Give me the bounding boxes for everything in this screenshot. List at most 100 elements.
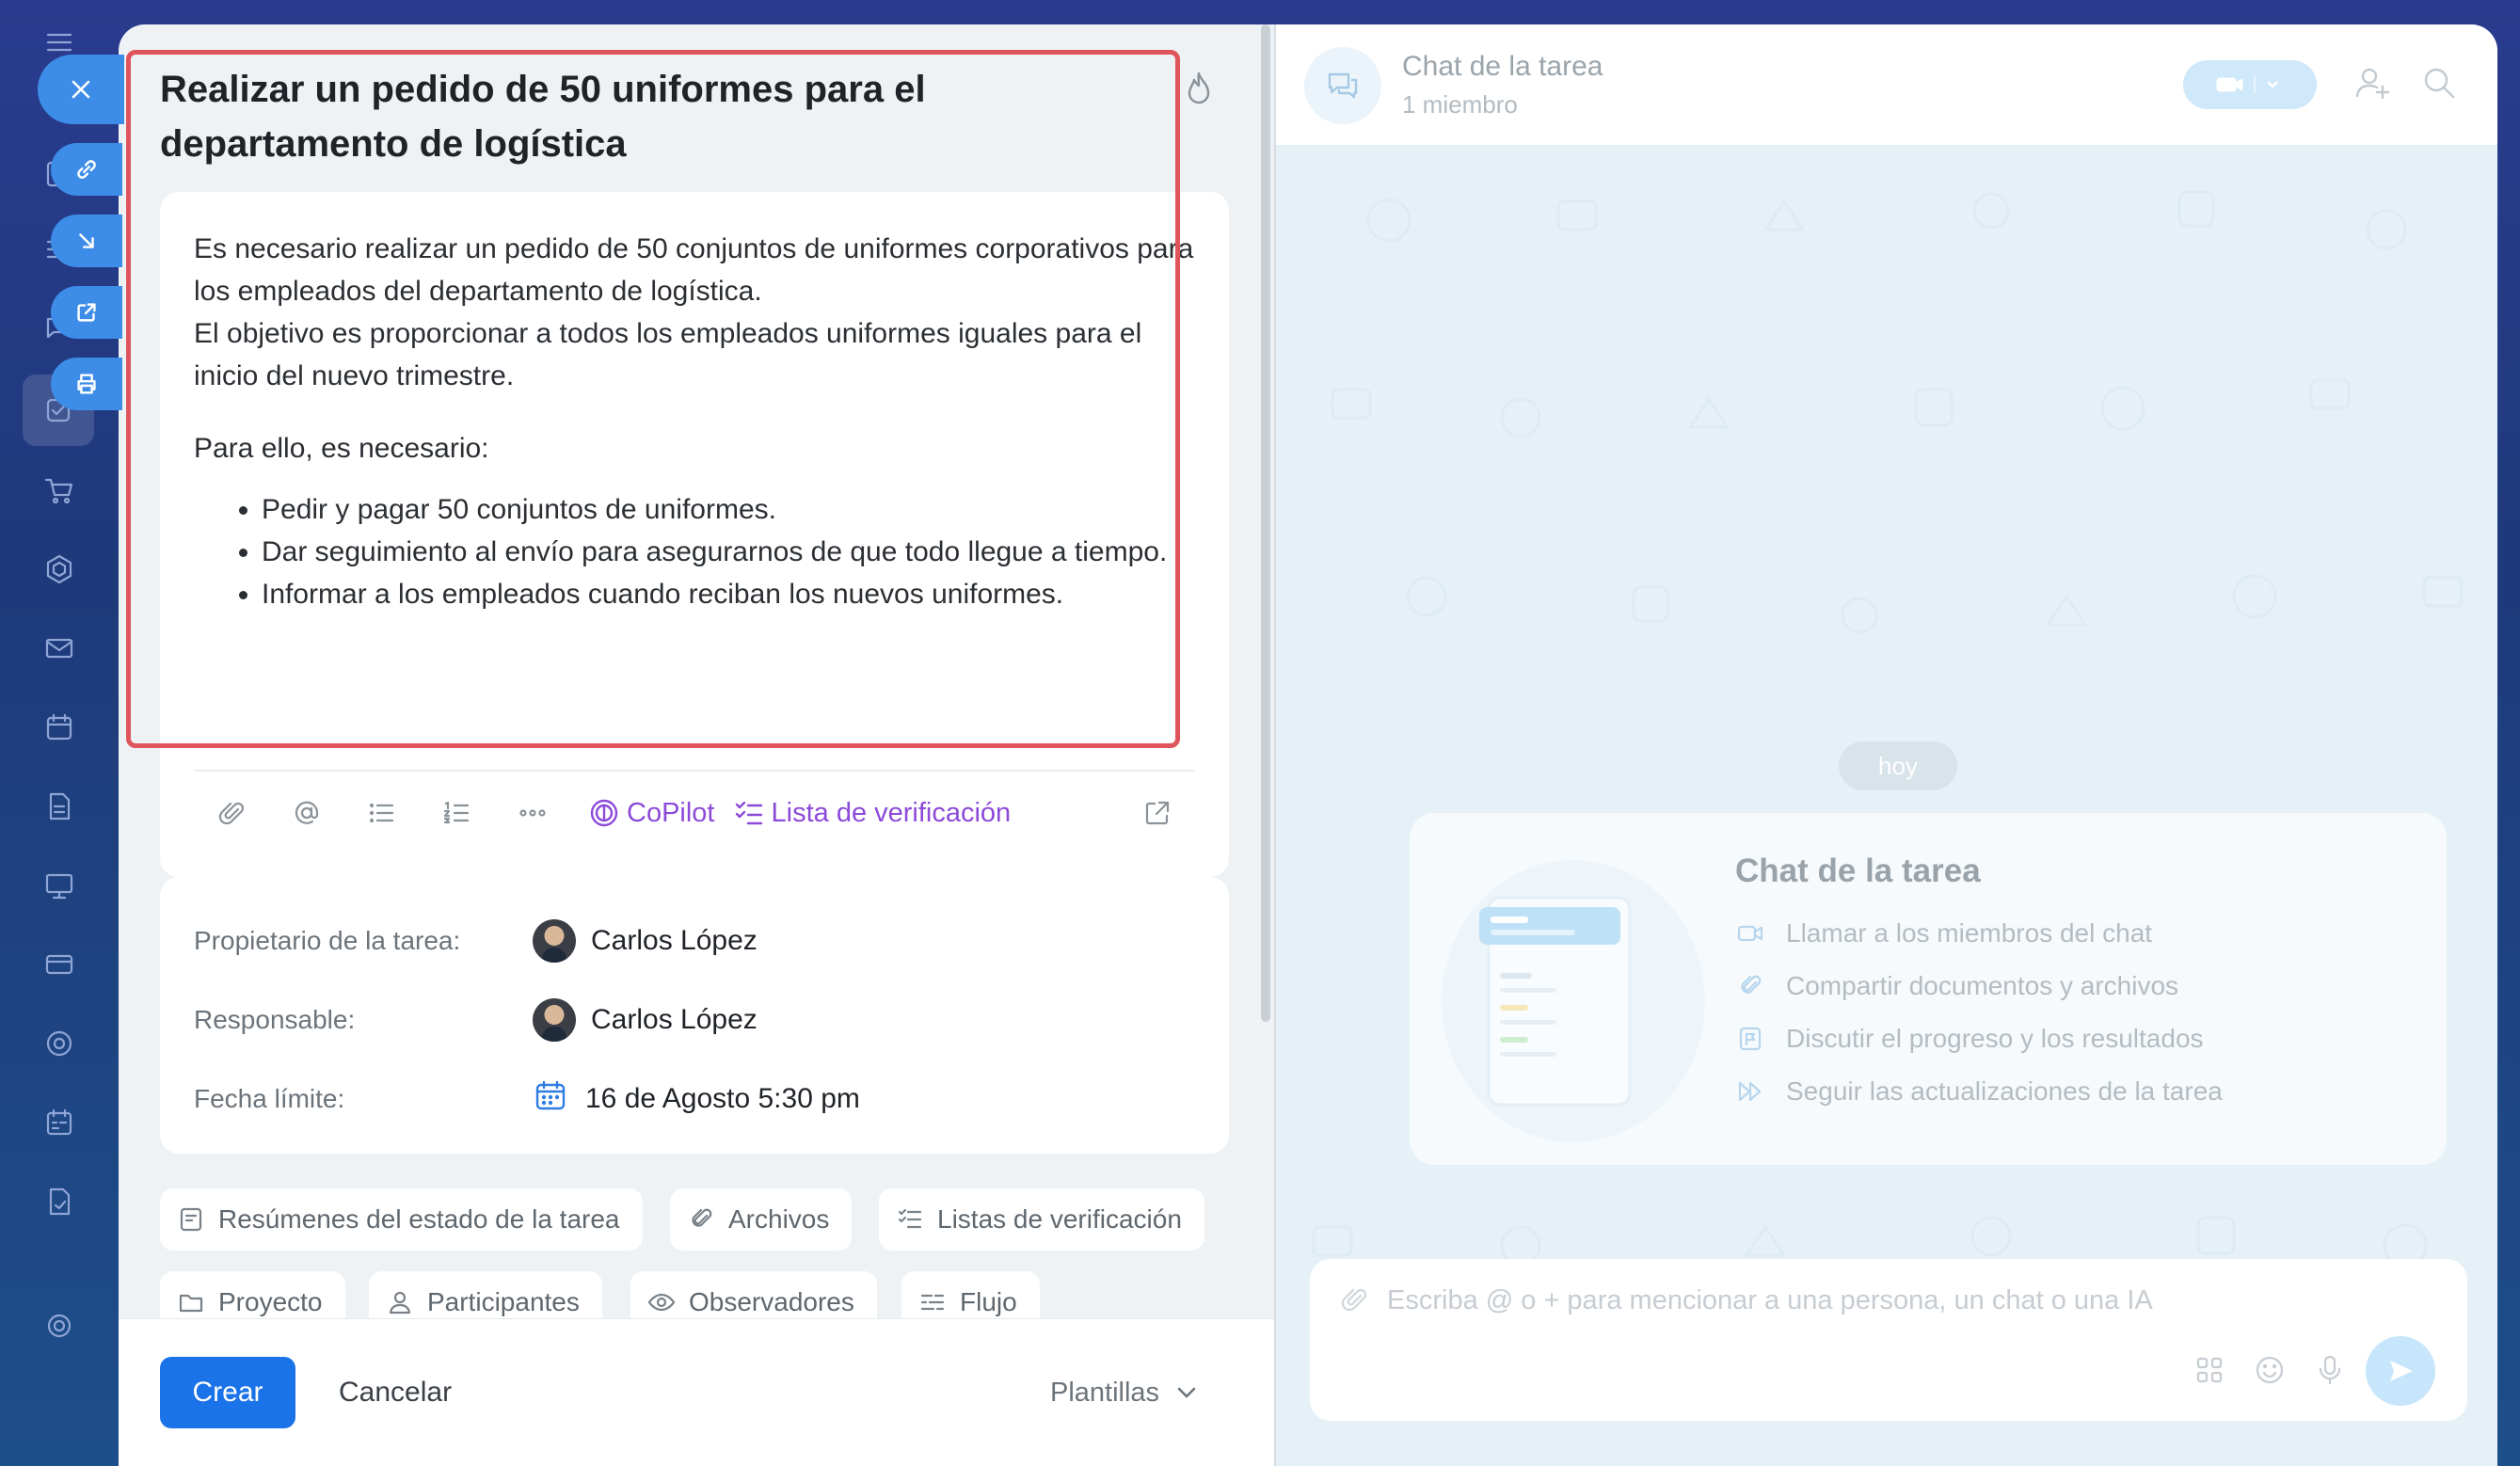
open-external-icon[interactable] [1120,785,1195,841]
checklist-icon [898,1208,922,1229]
chip-observers[interactable]: Observadores [630,1271,877,1318]
chat-header: Chat de la tarea 1 miembro [1276,24,2497,145]
search-icon[interactable] [2420,64,2462,105]
chip-files[interactable]: Archivos [670,1188,853,1251]
intro-item-label: Llamar a los miembros del chat [1786,918,2153,948]
templates-label: Plantillas [1050,1377,1160,1408]
chip-participants[interactable]: Participantes [369,1271,602,1318]
checklist-icon [735,801,762,825]
printer-icon [77,374,96,394]
cancel-button[interactable]: Cancelar [327,1357,463,1428]
eye-icon [647,1293,676,1312]
owner-label: Propietario de la tarea: [194,926,461,955]
apps-grid-icon[interactable] [2193,1353,2230,1391]
chip-checklists[interactable]: Listas de verificación [879,1188,1204,1251]
emoji-icon[interactable] [2253,1353,2290,1391]
chat-title: Chat de la tarea [1402,51,1603,82]
templates-dropdown[interactable]: Plantillas [1050,1357,1199,1428]
chip-label: Flujo [960,1287,1017,1316]
intro-item-label: Seguir las actualizaciones de la tarea [1786,1076,2223,1106]
minimize-button[interactable] [51,215,122,267]
chat-intro-card: Chat de la tarea Llamar a los miembros d… [1410,813,2447,1165]
message-composer [1310,1259,2467,1421]
responsible-field[interactable]: Responsable: Carlos López [194,992,1191,1048]
microphone-icon[interactable] [2313,1353,2351,1391]
paperclip-icon[interactable] [194,785,269,841]
copy-link-button[interactable] [51,143,122,196]
copilot-button[interactable]: CoPilot [587,796,715,830]
list-item: Dar seguimiento al envío para asegurarno… [239,531,1210,573]
paperclip-icon [1741,975,1762,994]
create-button[interactable]: Crear [160,1357,295,1428]
intro-item-call: Llamar a los miembros del chat [1735,918,2152,948]
deadline-value[interactable]: 16 de Agosto 5:30 pm [585,1083,860,1115]
chat-avatar [1304,47,1381,124]
planner-icon[interactable] [38,1101,81,1144]
scrollbar[interactable] [1261,24,1270,1022]
chat-member-count[interactable]: 1 miembro [1402,90,1518,120]
paperclip-icon [692,1208,712,1227]
link-icon [77,160,96,179]
intro-item-share: Compartir documentos y archivos [1735,971,2178,1001]
avatar [533,998,576,1042]
workgroups-icon[interactable] [38,864,81,907]
chip-label: Listas de verificación [937,1204,1182,1234]
close-panel-button[interactable] [38,55,124,124]
documents-icon[interactable] [38,785,81,828]
avatar [533,919,576,963]
numbered-list-icon[interactable] [420,785,495,841]
task-form-scroll-area: Realizar un pedido de 50 uniformes para … [119,24,1274,1318]
task-description-editor[interactable]: Es necesario realizar un pedido de 50 co… [194,228,1210,615]
task-create-panel: Realizar un pedido de 50 uniformes para … [119,24,1274,1466]
payments-icon[interactable] [38,943,81,986]
send-button[interactable] [2366,1336,2435,1406]
reports-icon[interactable] [38,1180,81,1223]
task-chat-panel: Chat de la tarea 1 miembro hoy Chat de l… [1274,24,2497,1466]
editor-toolbar: CoPilot Lista de verificación [194,770,1195,854]
copilot-label: CoPilot [627,797,715,828]
settings-gear-icon[interactable] [38,1304,81,1347]
description-text: Para ello, es necesario: [194,433,489,464]
person-icon [389,1291,411,1315]
mail-icon[interactable] [38,627,81,670]
crm-hexagon-icon[interactable] [38,548,81,591]
flow-icon [920,1294,945,1311]
more-dots-icon[interactable] [495,785,570,841]
add-member-icon[interactable] [2354,64,2396,105]
chip-label: Observadores [689,1287,854,1316]
chip-project[interactable]: Proyecto [160,1271,345,1318]
intro-item-discuss: Discutir el progreso y los resultados [1735,1024,2204,1054]
open-in-new-window-button[interactable] [51,286,122,339]
arrow-down-right-icon [79,233,94,248]
bulleted-list-icon[interactable] [344,785,420,841]
deadline-field[interactable]: Fecha límite: 16 de Agosto 5:30 pm [194,1071,1191,1127]
owner-name[interactable]: Carlos López [591,925,758,957]
mention-icon[interactable] [269,785,344,841]
list-item: Informar a los empleados cuando reciban … [239,573,1210,615]
checklist-button[interactable]: Lista de verificación [732,796,1011,830]
open-external-icon [77,303,96,322]
chat-illustration [1442,860,1705,1142]
intro-item-follow: Seguir las actualizaciones de la tarea [1735,1076,2223,1107]
chat-bubbles-icon [1328,72,1358,99]
goals-icon[interactable] [38,1022,81,1065]
description-bullet-list: Pedir y pagar 50 conjuntos de uniformes.… [239,488,1210,615]
responsible-name[interactable]: Carlos López [591,1004,758,1036]
chip-label: Participantes [427,1287,580,1316]
owner-field[interactable]: Propietario de la tarea: Carlos López [194,913,1191,969]
shop-cart-icon[interactable] [38,469,81,512]
flame-icon[interactable] [1182,70,1216,112]
video-call-button[interactable] [2183,60,2317,109]
chip-flow[interactable]: Flujo [901,1271,1040,1318]
folder-icon [179,1294,203,1313]
print-button[interactable] [51,358,122,410]
task-description-card: Es necesario realizar un pedido de 50 co… [160,192,1229,877]
intro-item-label: Discutir el progreso y los resultados [1786,1024,2204,1053]
calendar-icon[interactable] [38,706,81,749]
chip-status-summaries[interactable]: Resúmenes del estado de la tarea [160,1188,643,1251]
paperclip-icon[interactable] [1338,1283,1370,1320]
task-title-input[interactable]: Realizar un pedido de 50 uniformes para … [160,62,1176,171]
intro-title: Chat de la tarea [1735,853,1981,889]
task-form-footer: Crear Cancelar Plantillas [119,1318,1274,1466]
message-input[interactable] [1387,1280,2422,1321]
